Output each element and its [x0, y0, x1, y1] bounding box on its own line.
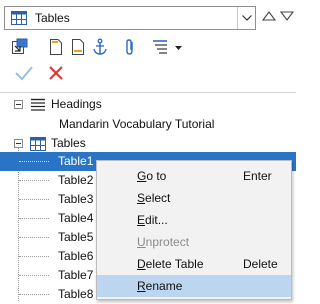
- ok-check-icon[interactable]: [12, 62, 36, 84]
- anchor-icon[interactable]: [88, 36, 112, 58]
- menu-item-edit[interactable]: Edit...: [97, 209, 291, 231]
- next-item-icon[interactable]: [279, 10, 295, 24]
- tree-item-label: Table4: [58, 211, 94, 225]
- menu-shortcut: Enter: [243, 169, 272, 183]
- category-dropdown-value: Tables: [35, 11, 70, 25]
- tree-item-label: Table6: [58, 249, 94, 263]
- tree-item-label: Table8: [58, 287, 94, 301]
- headings-icon: [30, 98, 46, 114]
- tree-item-label: Headings: [51, 97, 102, 111]
- tree-item-label: Table5: [58, 230, 94, 244]
- tree-item-label: Mandarin Vocabulary Tutorial: [59, 117, 215, 131]
- footer-icon[interactable]: [66, 36, 90, 58]
- tree-item-tables[interactable]: Tables: [0, 134, 296, 153]
- menu-shortcut: Delete: [243, 257, 278, 271]
- previous-item-icon[interactable]: [261, 10, 277, 24]
- tree-item-headings[interactable]: Headings: [0, 95, 296, 114]
- table-icon: [11, 11, 27, 28]
- paperclip-icon[interactable]: [118, 36, 142, 58]
- menu-item-unprotect: Unprotect: [137, 235, 190, 249]
- tree-item-label: Tables: [51, 136, 86, 150]
- tree-item-label: Table1: [58, 154, 94, 168]
- navigation-toggle-icon[interactable]: [8, 36, 32, 58]
- menu-item-go-to[interactable]: Go to Enter: [97, 165, 291, 187]
- collapse-icon[interactable]: [14, 139, 23, 148]
- header-icon[interactable]: [44, 36, 68, 58]
- tree-item-heading[interactable]: Mandarin Vocabulary Tutorial: [0, 115, 296, 134]
- chevron-down-icon[interactable]: [237, 7, 255, 29]
- collapse-icon[interactable]: [14, 100, 23, 109]
- context-menu[interactable]: Go to Enter Select Edit... Unprotect Del…: [96, 160, 292, 300]
- tree-item-label: Table7: [58, 268, 94, 282]
- cancel-x-icon[interactable]: [44, 62, 68, 84]
- menu-item-delete-table[interactable]: Delete Table Delete: [97, 253, 291, 275]
- tree-item-label: Table2: [58, 173, 94, 187]
- category-dropdown[interactable]: Tables: [4, 6, 256, 30]
- tree-item-label: Table3: [58, 192, 94, 206]
- heading-levels-icon[interactable]: [150, 36, 188, 58]
- menu-item-select[interactable]: Select: [97, 187, 291, 209]
- menu-item-rename[interactable]: Rename: [97, 275, 291, 297]
